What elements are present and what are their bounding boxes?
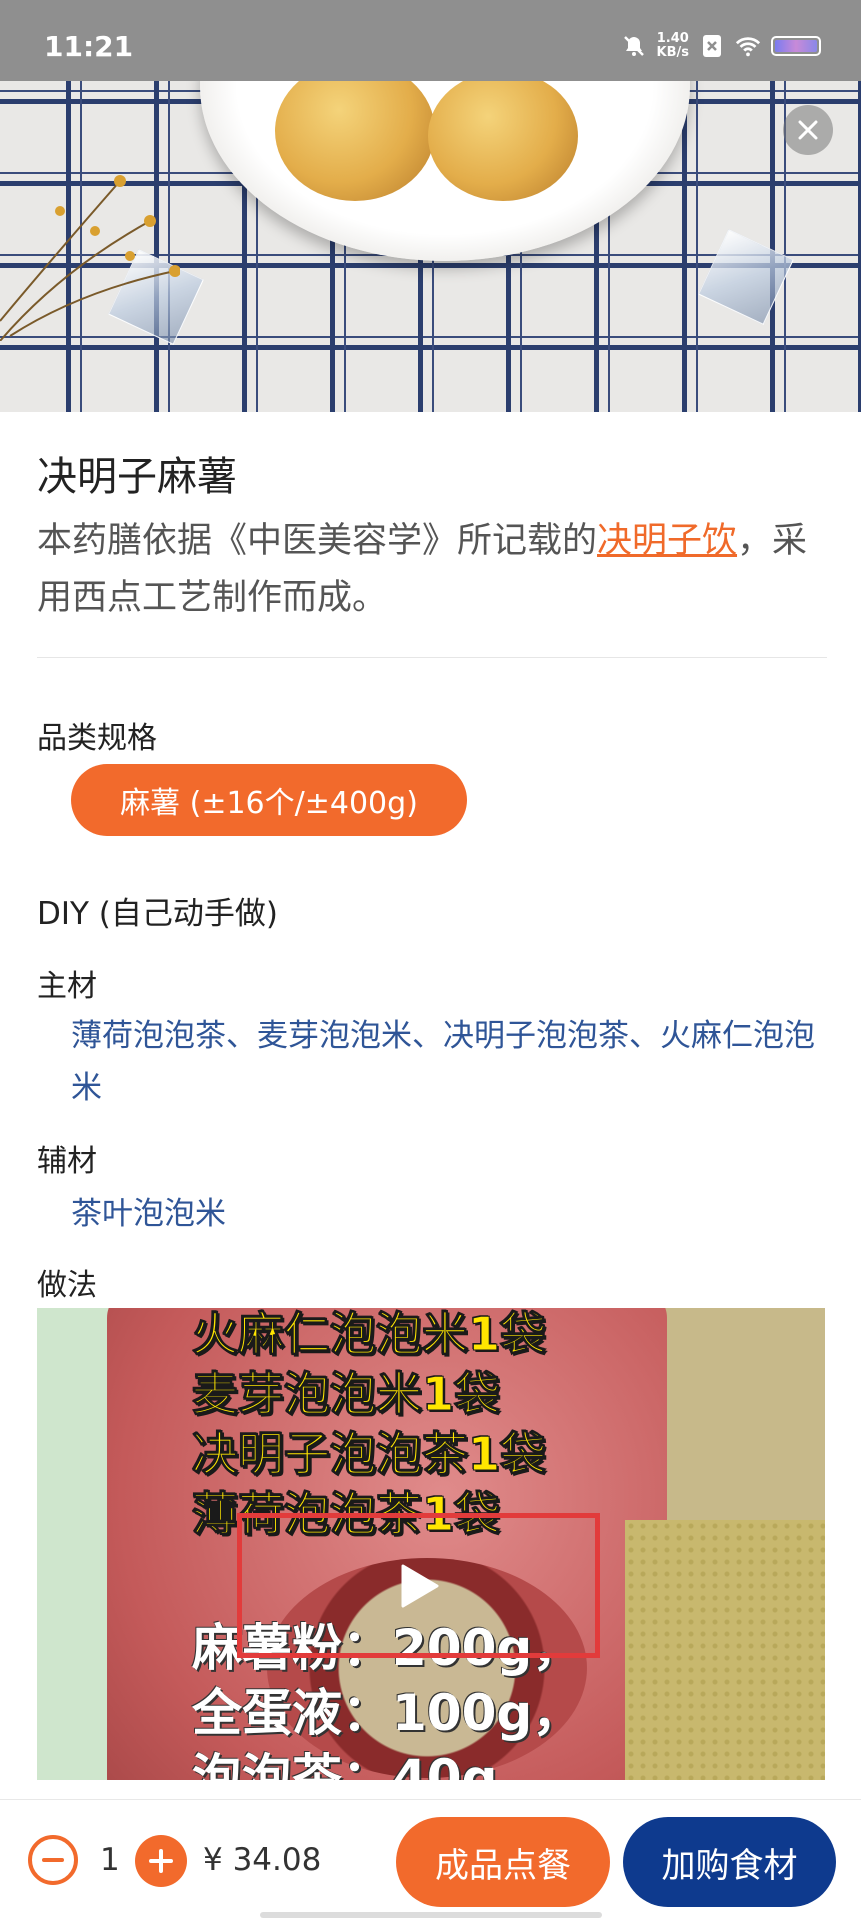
main-ingredients-list[interactable]: 薄荷泡泡茶、麦芽泡泡米、决明子泡泡茶、火麻仁泡泡米 <box>71 1010 821 1114</box>
home-indicator[interactable] <box>260 1912 602 1918</box>
bottom-action-bar: 1 ¥ 34.08 成品点餐 加购食材 <box>0 1799 861 1921</box>
sim-off-icon <box>699 33 725 59</box>
method-label: 做法 <box>37 1268 97 1303</box>
ice-cube-image <box>698 229 794 325</box>
quantity-increase-button[interactable] <box>135 1835 187 1887</box>
video-caption: 决明子泡泡茶1袋 <box>191 1427 547 1482</box>
play-icon <box>401 1564 438 1607</box>
main-ingredients-label: 主材 <box>37 969 97 1004</box>
quantity-decrease-button[interactable] <box>28 1835 78 1885</box>
status-time: 11:21 <box>44 30 134 63</box>
bell-muted-icon <box>621 33 647 59</box>
battery-icon <box>771 36 821 56</box>
video-caption: 全蛋液：100g， <box>192 1684 583 1742</box>
status-icons: 1.40 KB/s <box>621 32 821 60</box>
aux-ingredients-label: 辅材 <box>37 1144 97 1179</box>
add-ingredients-button[interactable]: 加购食材 <box>623 1817 836 1907</box>
divider <box>37 657 827 658</box>
network-speed-value: 1.40 <box>656 31 689 46</box>
spec-label: 品类规格 <box>37 721 157 756</box>
recipe-video[interactable]: 火麻仁泡泡米1袋 麦芽泡泡米1袋 决明子泡泡茶1袋 薄荷泡泡茶1袋 麻薯粉：20… <box>37 1308 825 1780</box>
quantity-value: 1 <box>100 1842 120 1878</box>
network-speed-unit: KB/s <box>656 45 689 60</box>
video-caption: 麦芽泡泡米1袋 <box>191 1367 501 1422</box>
status-bar: 11:21 1.40 KB/s <box>0 0 861 81</box>
product-title: 决明子麻薯 <box>37 454 237 500</box>
wifi-icon <box>735 33 761 59</box>
plus-icon <box>149 1849 173 1873</box>
recipe-link[interactable]: 决明子饮 <box>597 521 737 561</box>
close-icon <box>798 120 818 140</box>
video-caption: 火麻仁泡泡米1袋 <box>191 1308 547 1362</box>
close-button[interactable] <box>783 105 833 155</box>
order-finished-button[interactable]: 成品点餐 <box>396 1817 610 1907</box>
product-description: 本药膳依据《中医美容学》所记载的决明子饮，采用西点工艺制作而成。 <box>37 513 827 627</box>
network-speed: 1.40 KB/s <box>657 32 689 60</box>
product-hero-image <box>0 81 861 412</box>
aux-ingredients-list[interactable]: 茶叶泡泡米 <box>71 1188 226 1233</box>
spec-option-chip[interactable]: 麻薯 (±16个/±400g) <box>71 764 467 836</box>
total-price: ¥ 34.08 <box>203 1842 322 1878</box>
play-button[interactable] <box>237 1513 600 1658</box>
description-text: 本药膳依据《中医美容学》所记载的 <box>37 521 598 561</box>
minus-icon <box>42 1858 64 1862</box>
dried-flowers-image <box>0 175 180 341</box>
video-caption: 泡泡茶：40g， <box>192 1749 548 1780</box>
diy-heading: DIY (自己动手做) <box>37 896 278 932</box>
video-frame-grains <box>625 1520 825 1780</box>
